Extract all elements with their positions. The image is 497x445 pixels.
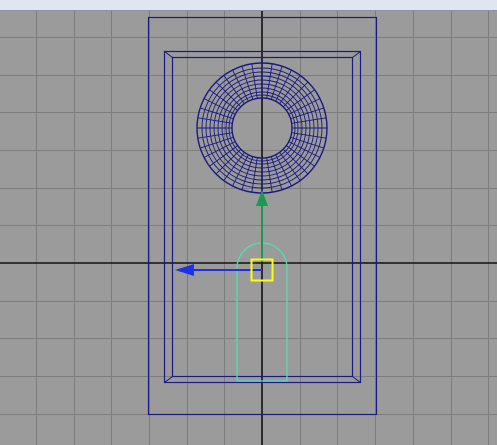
viewport-canvas[interactable] (0, 0, 497, 445)
title-strip (0, 0, 497, 10)
viewport[interactable] (0, 0, 497, 445)
